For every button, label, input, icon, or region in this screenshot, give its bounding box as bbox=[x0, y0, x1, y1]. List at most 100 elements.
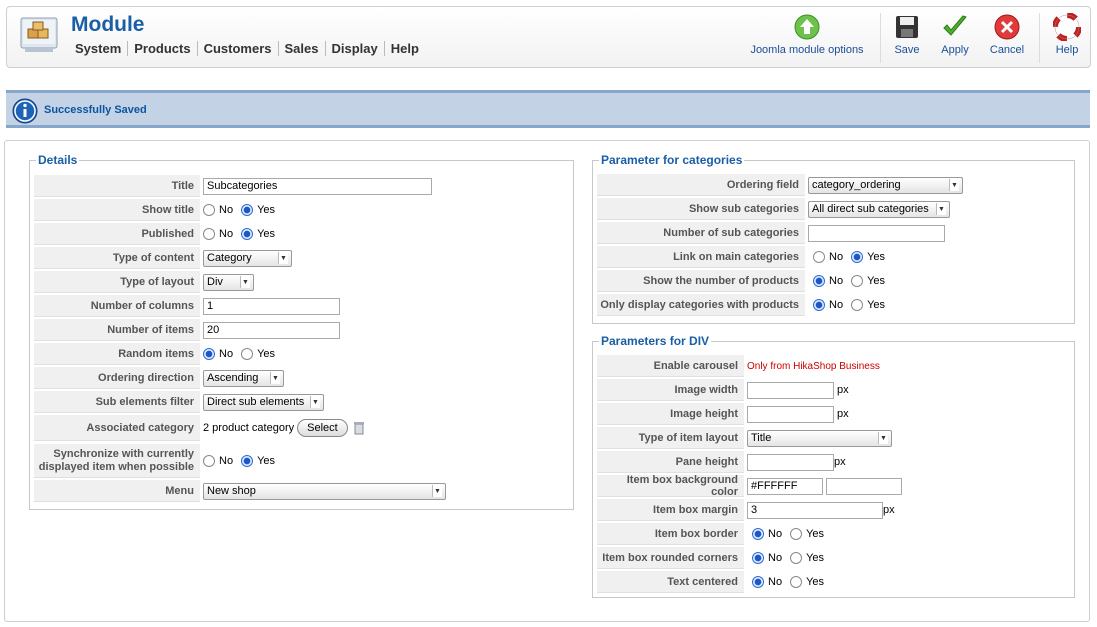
border-yes[interactable]: Yes bbox=[790, 528, 824, 540]
help-button[interactable]: Help bbox=[1047, 13, 1087, 56]
img-height-input[interactable] bbox=[747, 405, 834, 423]
show-title-no[interactable]: No bbox=[203, 204, 233, 216]
main-content: Details Title Subcategories Show title N… bbox=[4, 140, 1090, 622]
synchronize-label: Synchronize with currently displayed ite… bbox=[34, 444, 200, 478]
row-menu: Menu New shop ▼ bbox=[34, 480, 446, 502]
page-title: Module bbox=[71, 13, 145, 36]
menu-help[interactable]: Help bbox=[385, 41, 425, 56]
row-type-content: Type of content Category ▼ bbox=[34, 247, 292, 269]
row-show-num: Show the number of products No Yes bbox=[597, 270, 893, 292]
help-label: Help bbox=[1055, 44, 1079, 56]
margin-input[interactable]: 3 bbox=[747, 501, 883, 519]
row-pane-height: Pane height px bbox=[597, 451, 846, 473]
link-main-label: Link on main categories bbox=[597, 246, 805, 268]
only-display-yes[interactable]: Yes bbox=[851, 299, 885, 311]
lifebuoy-icon bbox=[1053, 13, 1081, 41]
menu-system[interactable]: System bbox=[75, 41, 129, 56]
row-only-display: Only display categories with products No… bbox=[597, 294, 893, 316]
chevron-down-icon: ▼ bbox=[936, 203, 946, 215]
rounded-no[interactable]: No bbox=[752, 552, 782, 564]
up-arrow-icon bbox=[794, 14, 820, 40]
categories-fieldset: Parameter for categories Ordering field … bbox=[592, 153, 1075, 324]
show-sub-select[interactable]: All direct sub categories ▼ bbox=[808, 200, 950, 218]
sub-filter-label: Sub elements filter bbox=[34, 391, 200, 413]
joomla-options-label: Joomla module options bbox=[750, 44, 864, 56]
info-icon bbox=[12, 98, 38, 124]
div-legend: Parameters for DIV bbox=[601, 334, 710, 348]
save-label: Save bbox=[894, 44, 920, 56]
menu-products[interactable]: Products bbox=[128, 41, 198, 56]
columns-input[interactable]: 1 bbox=[203, 297, 340, 315]
sub-filter-select[interactable]: Direct sub elements ▼ bbox=[203, 393, 324, 411]
items-label: Number of items bbox=[34, 319, 200, 341]
type-content-label: Type of content bbox=[34, 247, 200, 269]
menu-customers[interactable]: Customers bbox=[198, 41, 279, 56]
apply-button[interactable]: Apply bbox=[935, 13, 975, 56]
row-ordering-field: Ordering field category_ordering ▼ bbox=[597, 174, 963, 196]
row-show-title: Show title No Yes bbox=[34, 199, 283, 221]
menu-sales[interactable]: Sales bbox=[279, 41, 326, 56]
random-no[interactable]: No bbox=[203, 348, 233, 360]
save-button[interactable]: Save bbox=[887, 13, 927, 56]
bg-color-swatch[interactable] bbox=[826, 477, 902, 495]
num-sub-input[interactable] bbox=[808, 224, 945, 242]
row-item-layout: Type of item layout Title ▼ bbox=[597, 427, 892, 449]
menu-label: Menu bbox=[34, 480, 200, 502]
published-yes[interactable]: Yes bbox=[241, 228, 275, 240]
show-title-yes[interactable]: Yes bbox=[241, 204, 275, 216]
title-input[interactable]: Subcategories bbox=[203, 177, 432, 195]
associated-category-value: 2 product category bbox=[203, 422, 295, 434]
main-menu: System Products Customers Sales Display … bbox=[75, 41, 425, 56]
bg-color-input[interactable]: #FFFFFF bbox=[747, 477, 823, 495]
show-num-yes[interactable]: Yes bbox=[851, 275, 885, 287]
centered-no[interactable]: No bbox=[752, 576, 782, 588]
img-height-label: Image height bbox=[597, 403, 744, 425]
cancel-button[interactable]: Cancel bbox=[985, 13, 1029, 56]
ordering-direction-label: Ordering direction bbox=[34, 367, 200, 389]
border-label: Item box border bbox=[597, 523, 744, 545]
centered-yes[interactable]: Yes bbox=[790, 576, 824, 588]
joomla-options-button[interactable]: Joomla module options bbox=[747, 13, 867, 56]
menu-display[interactable]: Display bbox=[326, 41, 385, 56]
row-border: Item box border No Yes bbox=[597, 523, 832, 545]
row-margin: Item box margin 3 px bbox=[597, 499, 895, 521]
show-sub-label: Show sub categories bbox=[597, 198, 805, 220]
ordering-field-label: Ordering field bbox=[597, 174, 805, 196]
title-label: Title bbox=[34, 175, 200, 197]
random-yes[interactable]: Yes bbox=[241, 348, 275, 360]
synchronize-no[interactable]: No bbox=[203, 455, 233, 467]
menu-select[interactable]: New shop ▼ bbox=[203, 482, 446, 500]
chevron-down-icon: ▼ bbox=[270, 372, 280, 384]
row-ordering-direction: Ordering direction Ascending ▼ bbox=[34, 367, 284, 389]
row-bg-color: Item box background color #FFFFFF bbox=[597, 474, 902, 498]
cancel-label: Cancel bbox=[989, 44, 1025, 56]
pane-height-input[interactable] bbox=[747, 453, 834, 471]
border-no[interactable]: No bbox=[752, 528, 782, 540]
toolbar-header: Module System Products Customers Sales D… bbox=[6, 6, 1091, 68]
div-fieldset: Parameters for DIV Enable carousel Only … bbox=[592, 334, 1075, 598]
ordering-field-select[interactable]: category_ordering ▼ bbox=[808, 176, 963, 194]
img-width-input[interactable] bbox=[747, 381, 834, 399]
rounded-yes[interactable]: Yes bbox=[790, 552, 824, 564]
row-title: Title Subcategories bbox=[34, 175, 432, 197]
select-category-button[interactable]: Select bbox=[297, 419, 348, 437]
row-columns: Number of columns 1 bbox=[34, 295, 340, 317]
trash-icon[interactable] bbox=[353, 421, 364, 435]
show-num-label: Show the number of products bbox=[597, 270, 805, 292]
floppy-disk-icon bbox=[896, 16, 918, 38]
synchronize-yes[interactable]: Yes bbox=[241, 455, 275, 467]
only-display-no[interactable]: No bbox=[813, 299, 843, 311]
published-no[interactable]: No bbox=[203, 228, 233, 240]
link-main-no[interactable]: No bbox=[813, 251, 843, 263]
show-num-no[interactable]: No bbox=[813, 275, 843, 287]
row-sub-filter: Sub elements filter Direct sub elements ▼ bbox=[34, 391, 324, 413]
link-main-yes[interactable]: Yes bbox=[851, 251, 885, 263]
item-layout-select[interactable]: Title ▼ bbox=[747, 429, 892, 447]
ordering-direction-select[interactable]: Ascending ▼ bbox=[203, 369, 284, 387]
type-layout-select[interactable]: Div ▼ bbox=[203, 273, 254, 291]
items-input[interactable]: 20 bbox=[203, 321, 340, 339]
type-content-select[interactable]: Category ▼ bbox=[203, 249, 292, 267]
chevron-down-icon: ▼ bbox=[432, 485, 442, 497]
row-carousel: Enable carousel Only from HikaShop Busin… bbox=[597, 355, 880, 377]
num-sub-label: Number of sub categories bbox=[597, 222, 805, 244]
